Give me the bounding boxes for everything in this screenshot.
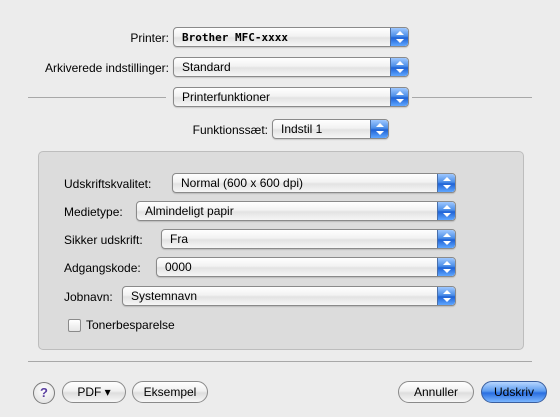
print-button[interactable]: Udskriv: [481, 381, 547, 403]
printer-popup[interactable]: Brother MFC-xxxx: [173, 27, 409, 47]
separator-right: [412, 97, 532, 98]
media-value: Almindeligt papir: [145, 204, 234, 218]
jobname-label: Jobnavn:: [64, 290, 113, 304]
presets-label: Arkiverede indstillinger:: [44, 61, 169, 75]
media-label: Medietype:: [64, 205, 123, 219]
printer-label: Printer:: [130, 31, 169, 45]
up-down-arrows-icon: [390, 28, 408, 46]
up-down-arrows-icon: [390, 88, 408, 106]
jobname-popup[interactable]: Systemnavn: [122, 286, 456, 306]
presets-popup[interactable]: Standard: [173, 57, 409, 77]
feature-set-label: Funktionssæt:: [192, 123, 268, 137]
presets-value: Standard: [182, 60, 231, 74]
up-down-arrows-icon: [437, 230, 455, 248]
feature-set-value: Indstil 1: [281, 122, 323, 136]
secure-value: Fra: [170, 232, 188, 246]
quality-value: Normal (600 x 600 dpi): [181, 176, 304, 190]
password-value: 0000: [165, 260, 192, 274]
cancel-button[interactable]: Annuller: [398, 381, 474, 403]
media-popup[interactable]: Almindeligt papir: [136, 201, 456, 221]
quality-label: Udskriftskvalitet:: [64, 177, 152, 191]
quality-popup[interactable]: Normal (600 x 600 dpi): [172, 173, 456, 193]
printer-value: Brother MFC-xxxx: [182, 31, 288, 44]
section-value: Printerfunktioner: [182, 90, 271, 104]
up-down-arrows-icon: [437, 258, 455, 276]
up-down-arrows-icon: [390, 58, 408, 76]
help-button[interactable]: ?: [33, 382, 55, 404]
secure-popup[interactable]: Fra: [161, 229, 456, 249]
feature-set-popup[interactable]: Indstil 1: [272, 119, 389, 139]
password-label: Adgangskode:: [64, 261, 141, 275]
up-down-arrows-icon: [437, 202, 455, 220]
bottom-separator: [28, 361, 532, 362]
password-popup[interactable]: 0000: [156, 257, 456, 277]
toner-label: Tonerbesparelse: [86, 318, 175, 332]
section-popup[interactable]: Printerfunktioner: [173, 87, 409, 107]
separator-left: [28, 97, 166, 98]
up-down-arrows-icon: [370, 120, 388, 138]
up-down-arrows-icon: [437, 287, 455, 305]
preview-button[interactable]: Eksempel: [132, 381, 208, 403]
secure-label: Sikker udskrift:: [64, 233, 143, 247]
pdf-button[interactable]: PDF ▾: [62, 381, 126, 403]
jobname-value: Systemnavn: [131, 289, 198, 303]
up-down-arrows-icon: [437, 174, 455, 192]
toner-checkbox[interactable]: [68, 319, 81, 332]
